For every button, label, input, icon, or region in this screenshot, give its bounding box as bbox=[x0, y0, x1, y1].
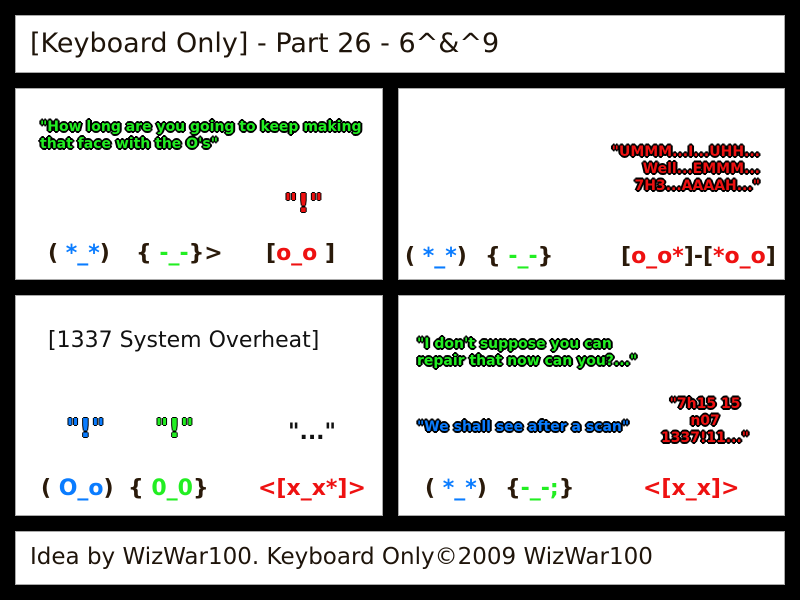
ellipsis-reaction: "..." bbox=[288, 420, 336, 445]
green-character: { 0_0} bbox=[128, 476, 209, 501]
face-eyes: -_- bbox=[508, 244, 538, 269]
face-bracket: ( bbox=[48, 241, 66, 266]
face-bracket: { bbox=[485, 244, 509, 269]
speech-line: that face with the O's" bbox=[40, 136, 218, 152]
blue-character: ( *_*) bbox=[48, 241, 110, 266]
panel-1: "How long are you going to keep making t… bbox=[15, 88, 383, 280]
face-bracket: ( bbox=[405, 244, 423, 269]
footer-box: Idea by WizWar100. Keyboard Only©2009 Wi… bbox=[15, 531, 785, 585]
face-eyes: *o_o bbox=[713, 244, 766, 269]
speech-line: "How long are you going to keep making bbox=[40, 119, 362, 135]
face-bracket: ) bbox=[456, 244, 467, 269]
blue-character: ( O_o) bbox=[41, 476, 114, 501]
green-character: { -_-} bbox=[485, 244, 553, 269]
face-eyes: 0_0 bbox=[151, 476, 193, 501]
face-bracket: { bbox=[505, 476, 521, 501]
face-bracket: [ bbox=[266, 241, 277, 266]
face-bracket: ) bbox=[103, 476, 114, 501]
face-bracket: ) bbox=[99, 241, 110, 266]
face-eyes: o_o* bbox=[631, 244, 684, 269]
speech-line: 1337!11..." bbox=[661, 430, 750, 446]
exclamation-reaction: "!" bbox=[66, 414, 105, 444]
face-eyes: -_- bbox=[159, 241, 189, 266]
face-bracket: } bbox=[192, 476, 209, 501]
face-bracket: } bbox=[558, 476, 575, 501]
face-bracket: <[ bbox=[643, 476, 672, 501]
speech-line: n07 bbox=[690, 413, 720, 429]
speech-line: "7h15 15 bbox=[669, 396, 741, 412]
blue-character: ( *_*) bbox=[425, 476, 487, 501]
face-bracket: [ bbox=[621, 244, 632, 269]
green-character: { -_-}> bbox=[136, 241, 223, 266]
face-bracket: ) bbox=[476, 476, 487, 501]
face-bracket: ]> bbox=[337, 476, 366, 501]
speech-line: repair that now can you?..." bbox=[417, 353, 638, 369]
speech-line: "We shall see after a scan" bbox=[417, 419, 630, 435]
speech-line: Well...EMMM... bbox=[642, 161, 760, 177]
face-bracket: <[ bbox=[258, 476, 287, 501]
face-bracket: }> bbox=[188, 241, 223, 266]
speech-line: "I don't suppose you can bbox=[417, 336, 612, 352]
speech-bubble-red: "7h15 15 n07 1337!11..." bbox=[661, 396, 749, 447]
red-character: [o_o ] bbox=[266, 241, 335, 266]
face-eyes: *_* bbox=[65, 241, 100, 266]
speech-line: 7H3...AAAAH..." bbox=[634, 178, 760, 194]
panel-2: "UMMM...I...UHH... Well...EMMM... 7H3...… bbox=[398, 88, 785, 280]
title-box: [Keyboard Only] - Part 26 - 6^&^9 bbox=[15, 15, 785, 73]
blue-character: ( *_*) bbox=[405, 244, 467, 269]
face-eyes: o_o bbox=[276, 241, 318, 266]
speech-bubble-blue: "We shall see after a scan" bbox=[417, 419, 629, 436]
red-character: <[x_x]> bbox=[643, 476, 739, 501]
red-character: <[x_x*]> bbox=[258, 476, 366, 501]
face-bracket: } bbox=[537, 244, 554, 269]
exclamation-reaction: "!" bbox=[284, 189, 323, 219]
face-bracket: { bbox=[128, 476, 152, 501]
panel-4: "I don't suppose you can repair that now… bbox=[398, 295, 785, 516]
face-eyes: *_* bbox=[422, 244, 457, 269]
face-bracket: { bbox=[136, 241, 160, 266]
comic-title: [Keyboard Only] - Part 26 - 6^&^9 bbox=[30, 28, 500, 59]
face-eyes: -_-; bbox=[520, 476, 559, 501]
speech-bubble-green: "How long are you going to keep making t… bbox=[40, 119, 361, 153]
exclamation-reaction: "!" bbox=[155, 414, 194, 444]
speech-line: "UMMM...I...UHH... bbox=[611, 144, 760, 160]
speech-bubble-green: "I don't suppose you can repair that now… bbox=[417, 336, 637, 370]
face-bracket: ( bbox=[425, 476, 443, 501]
face-bracket: ] bbox=[765, 244, 776, 269]
face-bracket: ]> bbox=[710, 476, 740, 501]
green-character: {-_-;} bbox=[505, 476, 574, 501]
speech-bubble-red: "UMMM...I...UHH... Well...EMMM... 7H3...… bbox=[612, 144, 760, 195]
face-bracket: ] bbox=[317, 241, 336, 266]
face-eyes: *_* bbox=[442, 476, 477, 501]
face-eyes: x_x* bbox=[286, 476, 338, 501]
panel-3: [1337 System Overheat] "!" "!" "..." ( O… bbox=[15, 295, 383, 516]
red-character-split: [o_o*]-[*o_o] bbox=[621, 244, 776, 269]
face-bracket: ]-[ bbox=[683, 244, 714, 269]
panel-caption: [1337 System Overheat] bbox=[48, 328, 320, 353]
face-eyes: O_o bbox=[58, 476, 104, 501]
credit-text: Idea by WizWar100. Keyboard Only©2009 Wi… bbox=[30, 544, 653, 570]
face-eyes: x_x bbox=[671, 476, 711, 501]
face-bracket: ( bbox=[41, 476, 59, 501]
